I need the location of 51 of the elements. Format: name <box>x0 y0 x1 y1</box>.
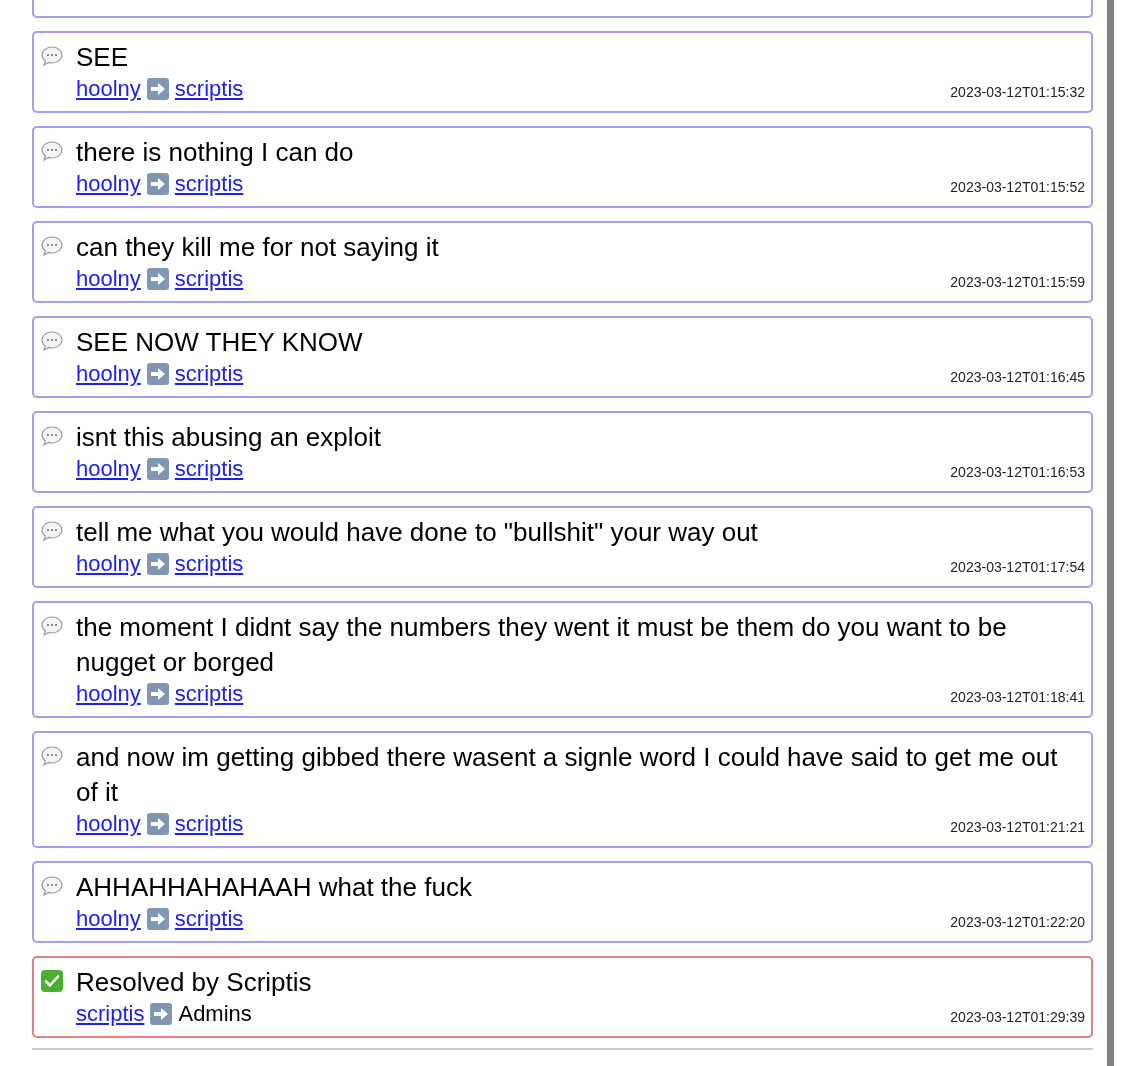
message-text: SEE NOW THEY KNOW <box>76 326 364 359</box>
timestamp: 2023-03-12T01:15:59 <box>950 273 1085 292</box>
recipient-name: Admins <box>178 1000 252 1028</box>
recipient-link[interactable]: scriptis <box>174 550 244 578</box>
sender-link[interactable]: hoolny <box>76 170 141 198</box>
timestamp: 2023-03-12T01:16:53 <box>950 463 1085 482</box>
speech-bubble-icon <box>40 139 64 163</box>
message-text: the moment I didnt say the numbers they went it must be them do you want to be nugget or borged <box>76 611 1008 679</box>
timestamp: 2023-03-12T01:22:20 <box>950 913 1085 932</box>
timestamp: 2023-03-12T01:29:39 <box>950 1008 1085 1027</box>
sender-link[interactable]: hoolny <box>76 905 141 933</box>
speech-bubble-icon <box>40 744 64 768</box>
recipient-link[interactable]: scriptis <box>174 265 244 293</box>
speech-bubble-icon <box>40 874 64 898</box>
message-text: and now im getting gibbed there wasent a signle word I could have said to get me out of it <box>76 741 1059 809</box>
recipient-link[interactable]: scriptis <box>174 75 244 103</box>
recipient-link[interactable]: scriptis <box>174 170 244 198</box>
speech-bubble-icon <box>40 519 64 543</box>
speech-bubble-icon <box>40 234 64 258</box>
speech-bubble-icon <box>40 329 64 353</box>
sender-link[interactable]: hoolny <box>76 680 141 708</box>
message-text: SEE <box>76 41 130 74</box>
speech-bubble-icon <box>40 424 64 448</box>
timestamp: 2023-03-12T01:15:32 <box>950 83 1085 102</box>
speech-bubble-icon <box>40 44 64 68</box>
timestamp: 2023-03-12T01:21:21 <box>950 818 1085 837</box>
timestamp: 2023-03-12T01:15:52 <box>950 178 1085 197</box>
sender-link[interactable]: hoolny <box>76 810 141 838</box>
message-text: can they kill me for not saying it <box>76 231 440 264</box>
recipient-link[interactable]: scriptis <box>174 360 244 388</box>
timestamp: 2023-03-12T01:17:54 <box>950 558 1085 577</box>
message-text: there is nothing I can do <box>76 136 355 169</box>
recipient-link[interactable]: scriptis <box>174 680 244 708</box>
message-text: Resolved by Scriptis <box>76 966 313 999</box>
recipient-link[interactable]: scriptis <box>174 810 244 838</box>
sender-link[interactable]: hoolny <box>76 455 141 483</box>
recipient-link[interactable]: scriptis <box>174 905 244 933</box>
sender-link[interactable]: hoolny <box>76 550 141 578</box>
check-icon <box>40 969 64 993</box>
timestamp: 2023-03-12T01:18:41 <box>950 688 1085 707</box>
speech-bubble-icon <box>40 614 64 638</box>
scrollbar[interactable] <box>1107 0 1114 1066</box>
timestamp: 2023-03-12T01:16:45 <box>950 368 1085 387</box>
recipient-link[interactable]: scriptis <box>174 455 244 483</box>
message-text: AHHAHHAHAHAAH what the fuck <box>76 871 473 904</box>
sender-link[interactable]: hoolny <box>76 75 141 103</box>
sender-link[interactable]: hoolny <box>76 265 141 293</box>
sender-link[interactable]: hoolny <box>76 360 141 388</box>
message-text: isnt this abusing an exploit <box>76 421 382 454</box>
message-text: tell me what you would have done to "bullshit" your way out <box>76 516 759 549</box>
sender-link[interactable]: scriptis <box>76 1000 145 1028</box>
